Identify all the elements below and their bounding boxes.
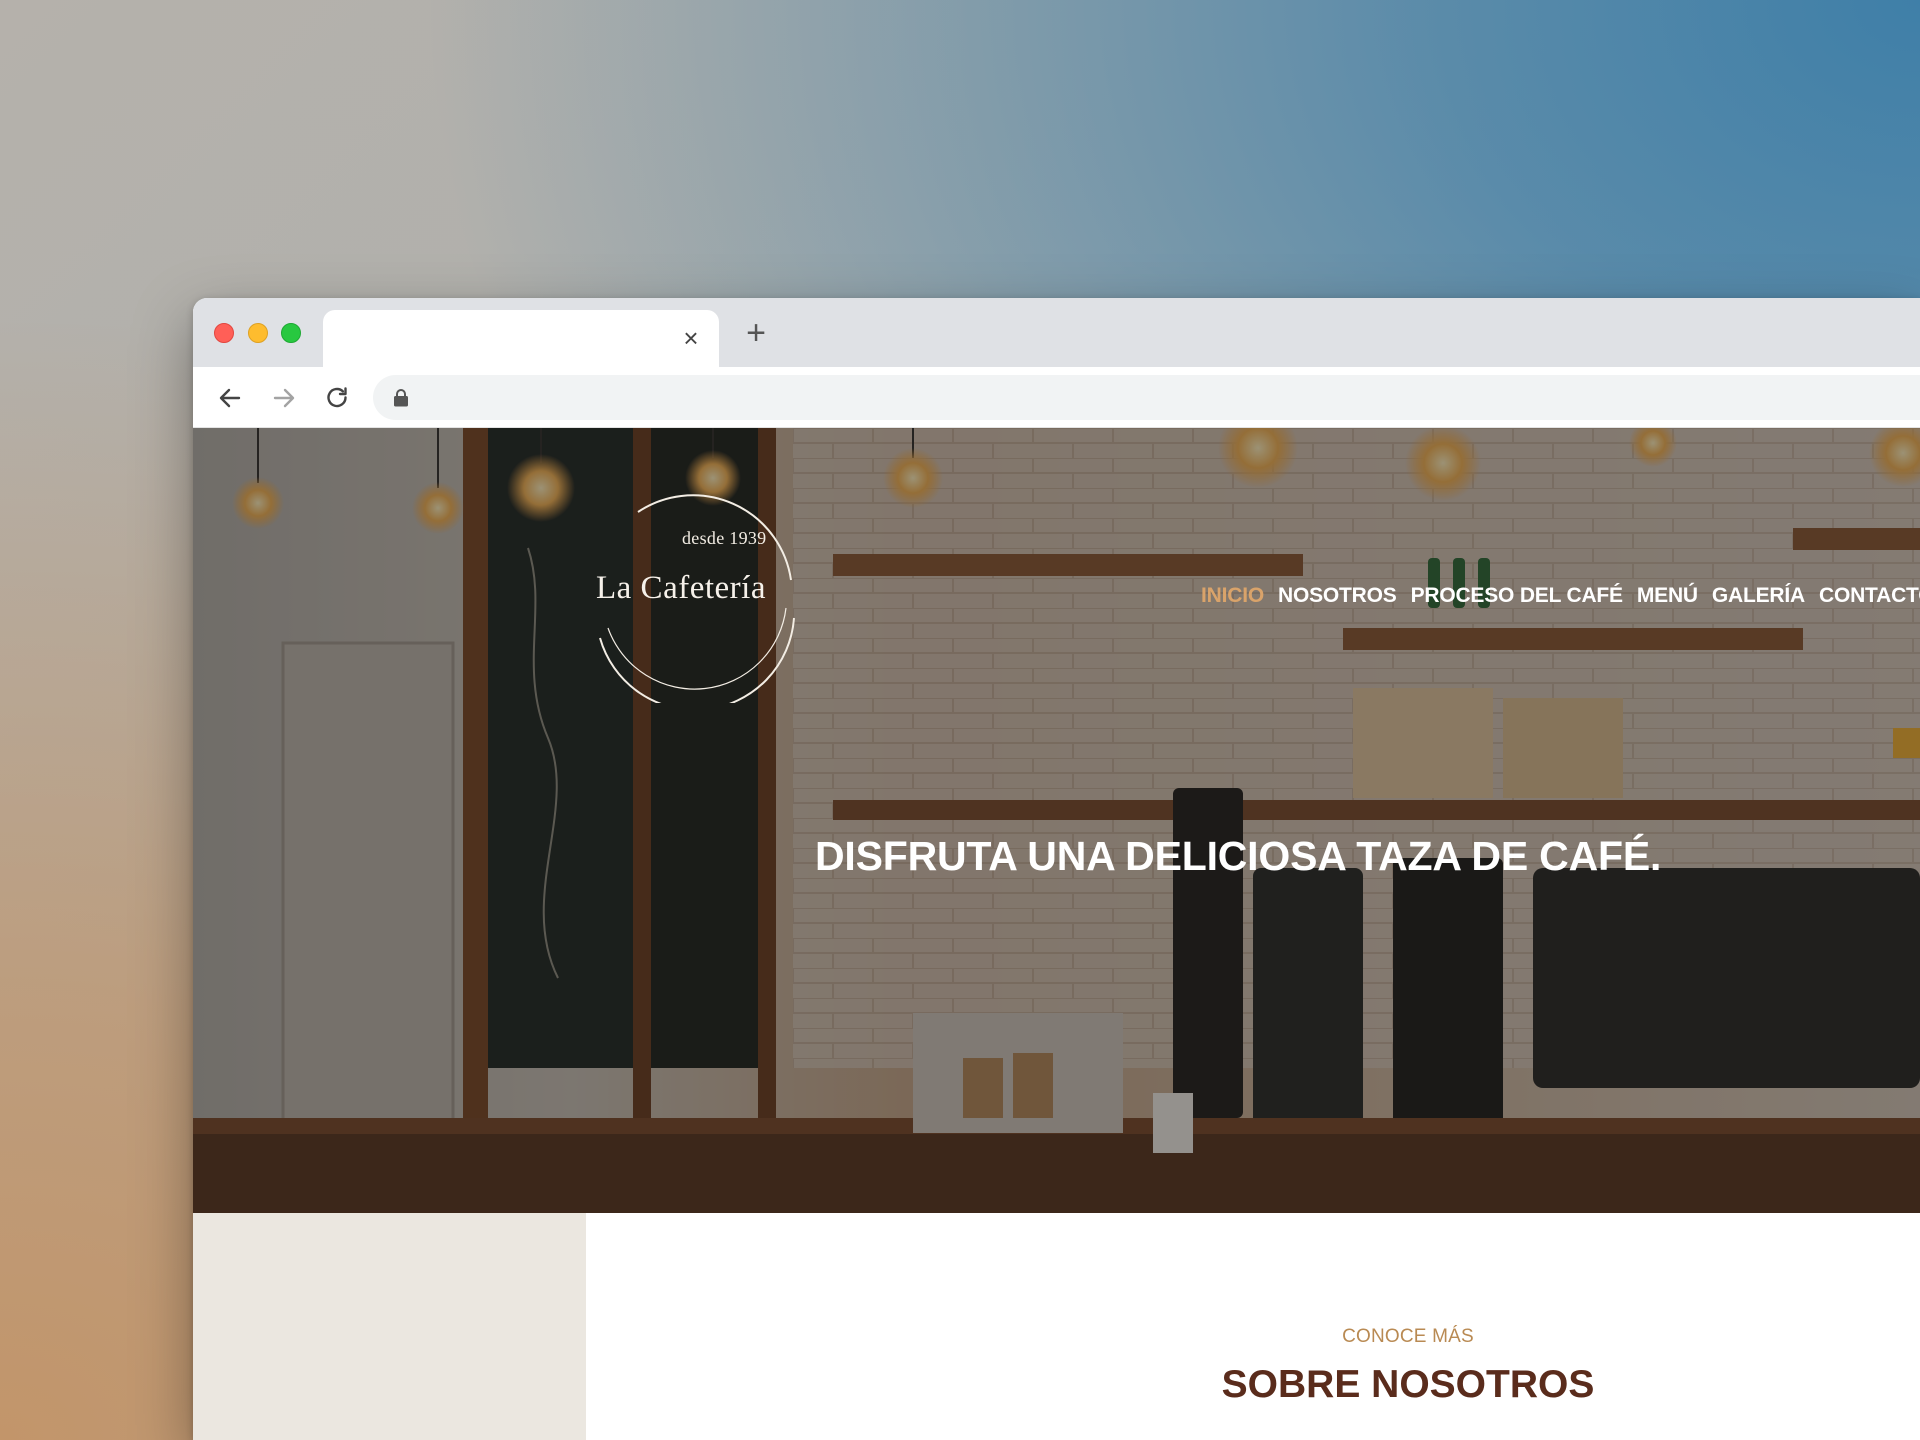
reload-icon[interactable] <box>321 382 353 414</box>
hero-title: DISFRUTA UNA DELICIOSA TAZA DE CAFÉ. <box>815 833 1662 879</box>
about-side-panel <box>193 1213 586 1440</box>
nav-item-nosotros[interactable]: NOSOTROS <box>1278 584 1397 608</box>
logo-since-text: desde 1939 <box>682 528 767 548</box>
lock-icon <box>394 389 408 407</box>
nav-item-inicio[interactable]: INICIO <box>1201 584 1264 608</box>
hero-section: desde 1939 La Cafetería INICIO NOSOTROS … <box>193 428 1920 1213</box>
tab-bar: × + <box>193 298 1920 367</box>
arrow-left-icon[interactable] <box>214 382 246 414</box>
page-viewport: desde 1939 La Cafetería INICIO NOSOTROS … <box>193 428 1920 1440</box>
minimize-window-button[interactable] <box>248 323 268 343</box>
nav-item-menu[interactable]: MENÚ <box>1637 584 1698 608</box>
site-logo[interactable]: desde 1939 La Cafetería <box>588 488 798 703</box>
close-window-button[interactable] <box>214 323 234 343</box>
address-bar[interactable] <box>373 375 1920 420</box>
arrow-right-icon[interactable] <box>268 382 300 414</box>
browser-tab[interactable]: × <box>323 310 719 367</box>
nav-item-proceso-del-cafe[interactable]: PROCESO DEL CAFÉ <box>1411 584 1623 608</box>
maximize-window-button[interactable] <box>281 323 301 343</box>
logo-name-text: La Cafetería <box>596 570 766 606</box>
about-eyebrow: CONOCE MÁS <box>1342 1326 1474 1347</box>
close-icon[interactable]: × <box>677 324 705 352</box>
browser-toolbar <box>193 367 1920 428</box>
nav-item-contacto[interactable]: CONTACTO <box>1819 584 1920 608</box>
about-section: CONOCE MÁS SOBRE NOSOTROS <box>193 1213 1920 1440</box>
nav-item-galeria[interactable]: GALERÍA <box>1712 584 1805 608</box>
about-title: SOBRE NOSOTROS <box>1221 1363 1595 1406</box>
browser-window: × + desde 1939 La Cafetería INICIO NOSOT… <box>193 298 1920 1440</box>
main-navigation: INICIO NOSOTROS PROCESO DEL CAFÉ MENÚ GA… <box>1201 584 1920 608</box>
url-input[interactable] <box>425 375 1920 420</box>
plus-icon[interactable]: + <box>738 316 774 352</box>
